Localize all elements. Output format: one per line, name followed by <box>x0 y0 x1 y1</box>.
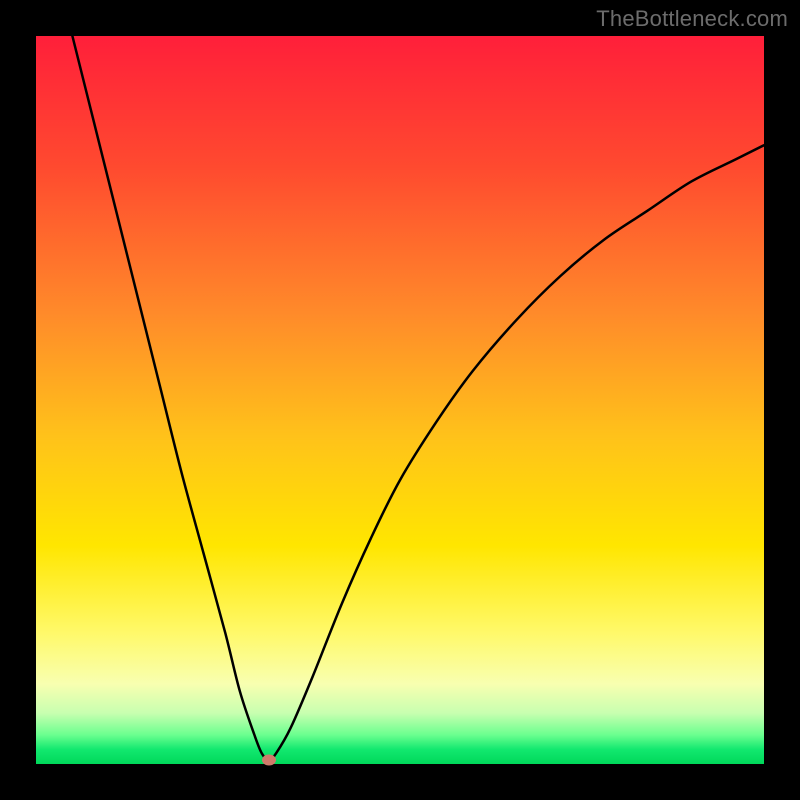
watermark-text: TheBottleneck.com <box>596 6 788 32</box>
chart-frame: TheBottleneck.com <box>0 0 800 800</box>
optimal-point-marker <box>262 755 276 766</box>
bottleneck-curve <box>36 36 764 764</box>
plot-area <box>36 36 764 764</box>
